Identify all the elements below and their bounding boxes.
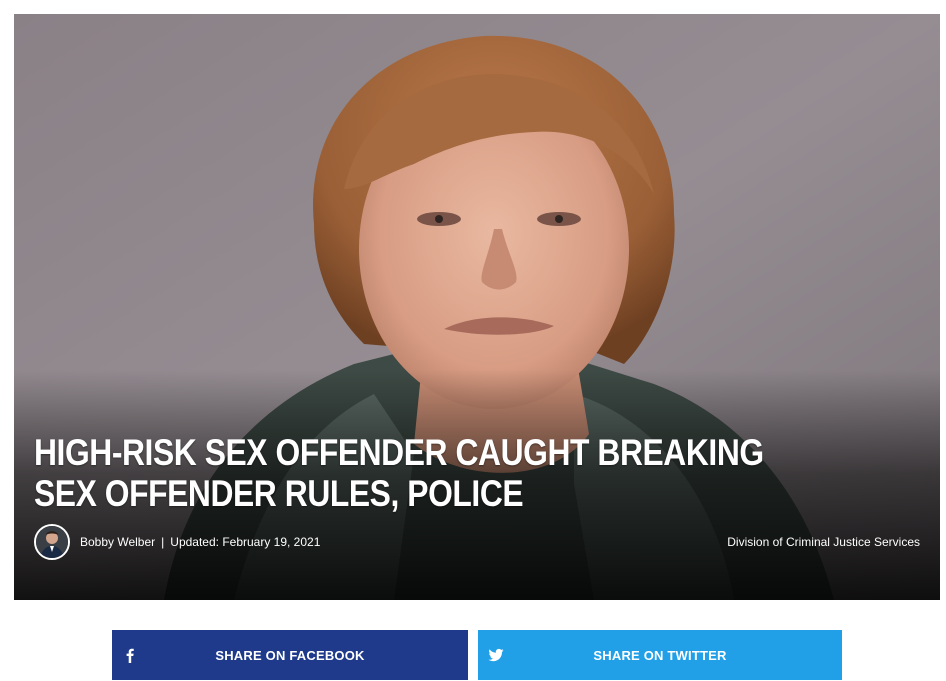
share-facebook-label: SHARE ON FACEBOOK xyxy=(215,647,365,663)
author-name[interactable]: Bobby Welber xyxy=(80,535,155,549)
facebook-icon xyxy=(126,648,134,663)
share-facebook-button[interactable]: SHARE ON FACEBOOK xyxy=(112,630,468,680)
byline: Bobby Welber | Updated: February 19, 202… xyxy=(34,524,320,560)
byline-separator: | xyxy=(161,535,165,549)
author-avatar[interactable] xyxy=(34,524,70,560)
twitter-icon xyxy=(488,648,504,662)
article-headline: HIGH-RISK SEX OFFENDER CAUGHT BREAKING S… xyxy=(34,432,764,514)
hero-image-container: HIGH-RISK SEX OFFENDER CAUGHT BREAKING S… xyxy=(14,14,940,600)
updated-date: Updated: February 19, 2021 xyxy=(170,535,321,549)
share-twitter-button[interactable]: SHARE ON TWITTER xyxy=(478,630,842,680)
share-twitter-label: SHARE ON TWITTER xyxy=(593,647,727,663)
photo-credit: Division of Criminal Justice Services xyxy=(727,535,920,549)
